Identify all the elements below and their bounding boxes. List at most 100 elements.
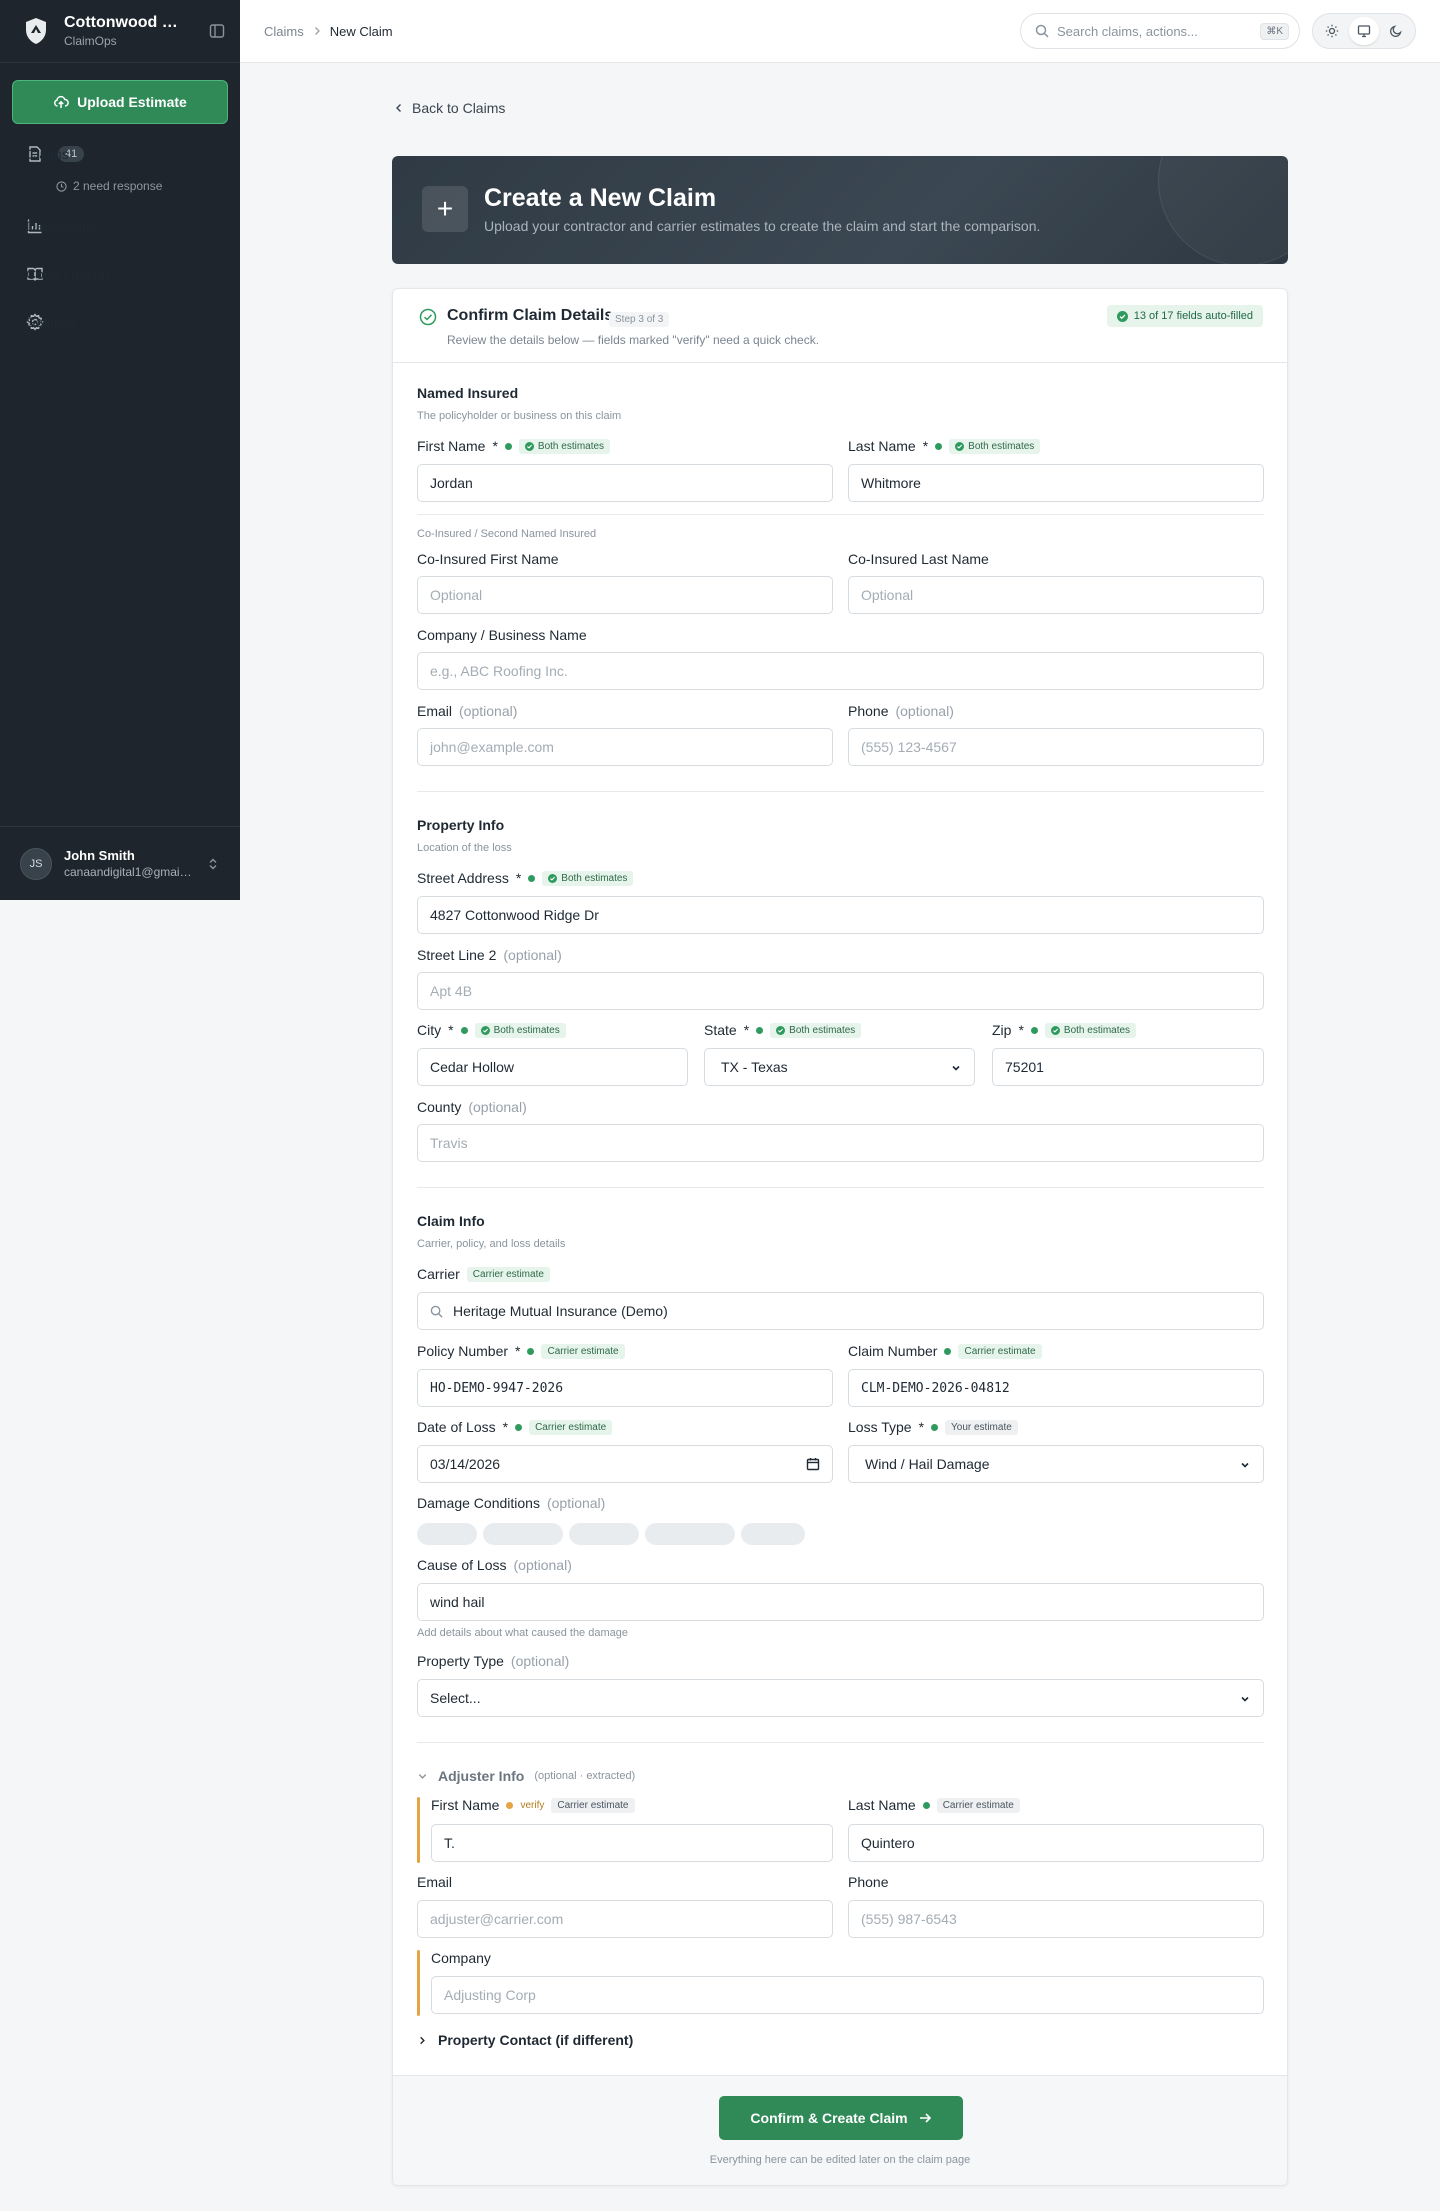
status-dot bbox=[931, 1423, 939, 1431]
search-input[interactable]: Search claims, actions... ⌘K bbox=[1020, 13, 1300, 49]
sidebar-item-dashboard[interactable]: Dashboard bbox=[0, 206, 240, 246]
loss-type-label: Loss Type * Your estimate bbox=[848, 1419, 1018, 1435]
co-first-name-field[interactable]: Optional bbox=[417, 576, 833, 614]
property-contact-toggle[interactable]: Property Contact (if different) bbox=[417, 2032, 633, 2048]
adjuster-first-name-label: First Name verify Carrier estimate bbox=[431, 1797, 635, 1813]
card-header: Confirm Claim Details Step 3 of 3 Review… bbox=[393, 289, 1287, 363]
co-last-name-field[interactable]: Optional bbox=[848, 576, 1264, 614]
date-of-loss-label: Date of Loss * Carrier estimate bbox=[417, 1419, 613, 1435]
property-type-select[interactable]: Select... bbox=[417, 1679, 1264, 1717]
tag-text: Both estimates bbox=[561, 872, 628, 884]
phone-field[interactable]: (555) 123-4567 bbox=[848, 728, 1264, 766]
source-tag: Carrier estimate bbox=[936, 1797, 1020, 1813]
damage-conditions-label: Damage Conditions (optional) bbox=[417, 1495, 605, 1511]
clock-icon bbox=[56, 180, 67, 192]
sidebar-item-settings[interactable]: Settings bbox=[0, 302, 240, 342]
first-name-field[interactable]: Jordan bbox=[417, 464, 833, 502]
section-title-claim-info: Claim Info bbox=[417, 1213, 485, 1229]
back-label: Back to Claims bbox=[412, 100, 506, 116]
sidebar-toggle-icon[interactable] bbox=[208, 22, 226, 40]
co-insured-heading: Co-Insured / Second Named Insured bbox=[417, 528, 597, 540]
sidebar: Cottonwood Roofing ClaimOps Upload Estim… bbox=[0, 0, 240, 900]
divider bbox=[417, 791, 1264, 792]
source-tag: Both estimates bbox=[949, 438, 1041, 454]
source-tag: Both estimates bbox=[474, 1022, 566, 1038]
user-email: canaandigital1@gmail.com bbox=[64, 865, 192, 879]
last-name-label: Last Name * Both estimates bbox=[848, 438, 1041, 454]
autofill-badge: 13 of 17 fields auto-filled bbox=[1106, 305, 1263, 327]
street-address-label: Street Address * Both estimates bbox=[417, 870, 634, 886]
search-icon bbox=[430, 1305, 443, 1318]
adjuster-info-toggle[interactable]: Adjuster Info (optional · extracted) bbox=[417, 1768, 635, 1784]
verify-accent-bar bbox=[417, 1950, 420, 2016]
confirm-claim-card: Confirm Claim Details Step 3 of 3 Review… bbox=[392, 288, 1288, 2186]
damage-chip-placeholder[interactable] bbox=[417, 1523, 477, 1545]
section-subtitle-claim-info: Carrier, policy, and loss details bbox=[417, 1238, 566, 1250]
damage-chip-placeholder[interactable] bbox=[569, 1523, 639, 1545]
last-name-field[interactable]: Whitmore bbox=[848, 464, 1264, 502]
tag-text: Both estimates bbox=[1063, 1024, 1131, 1036]
check-badge-icon bbox=[548, 873, 558, 883]
adjuster-email-field[interactable]: adjuster@carrier.com bbox=[417, 1900, 833, 1938]
adjuster-phone-field[interactable]: (555) 987-6543 bbox=[848, 1900, 1264, 1938]
cause-of-loss-field[interactable]: wind hail bbox=[417, 1583, 1264, 1621]
breadcrumb-claims-link[interactable]: Claims bbox=[264, 24, 304, 39]
back-to-claims-link[interactable]: Back to Claims bbox=[394, 100, 505, 116]
claims-need-response[interactable]: 2 need response bbox=[56, 179, 162, 193]
damage-chip-placeholder[interactable] bbox=[741, 1523, 805, 1545]
required-mark: * bbox=[448, 1022, 454, 1038]
sidebar-item-code-lookup[interactable]: Code Lookup bbox=[0, 254, 240, 294]
status-dot bbox=[506, 1801, 514, 1809]
source-tag: Carrier estimate bbox=[466, 1266, 550, 1282]
source-tag: Both estimates bbox=[542, 870, 634, 886]
section-title-named-insured: Named Insured bbox=[417, 385, 519, 401]
sidebar-item-claims[interactable]: Claims 41 bbox=[0, 134, 240, 174]
source-tag: Carrier estimate bbox=[551, 1797, 635, 1813]
label-text: Phone bbox=[848, 703, 889, 719]
cause-of-loss-helper: Add details about what caused the damage bbox=[417, 1627, 628, 1639]
avatar: JS bbox=[20, 847, 52, 880]
chevron-right-icon bbox=[312, 24, 322, 39]
company-field[interactable]: e.g., ABC Roofing Inc. bbox=[417, 652, 1264, 690]
optional-text: (optional) bbox=[510, 1653, 570, 1669]
date-of-loss-field[interactable]: 03/14/2026 bbox=[417, 1445, 833, 1483]
search-placeholder: Search claims, actions... bbox=[1057, 23, 1198, 39]
loss-type-select[interactable]: Wind / Hail Damage bbox=[848, 1445, 1264, 1483]
verify-flag: verify bbox=[520, 1799, 545, 1811]
confirm-create-claim-button[interactable]: Confirm & Create Claim bbox=[719, 2096, 963, 2140]
check-badge-icon bbox=[480, 1025, 490, 1035]
tag-text: Both estimates bbox=[537, 440, 605, 452]
county-field[interactable]: Travis bbox=[417, 1124, 1264, 1162]
monitor-icon[interactable] bbox=[1349, 17, 1379, 45]
zip-field[interactable]: 75201 bbox=[992, 1048, 1264, 1086]
claim-number-field[interactable]: CLM-DEMO-2026-04812 bbox=[848, 1369, 1264, 1407]
adjuster-first-name-field[interactable]: T. bbox=[431, 1824, 833, 1862]
street-address-field[interactable]: 4827 Cottonwood Ridge Dr bbox=[417, 896, 1264, 934]
adjuster-last-name-field[interactable]: Quintero bbox=[848, 1824, 1264, 1862]
upload-estimate-button[interactable]: Upload Estimate bbox=[12, 80, 228, 124]
city-field[interactable]: Cedar Hollow bbox=[417, 1048, 688, 1086]
damage-chip-placeholder[interactable] bbox=[645, 1523, 735, 1545]
plus-icon: + bbox=[422, 186, 468, 232]
loss-type-value: Wind / Hail Damage bbox=[865, 1456, 990, 1472]
calendar-icon[interactable] bbox=[806, 1457, 820, 1471]
cloud-upload-icon bbox=[54, 95, 69, 108]
street-line-2-field[interactable]: Apt 4B bbox=[417, 972, 1264, 1010]
policy-number-field[interactable]: HO-DEMO-9947-2026 bbox=[417, 1369, 833, 1407]
carrier-search-field[interactable]: Heritage Mutual Insurance (Demo) bbox=[417, 1292, 1264, 1330]
moon-icon[interactable] bbox=[1381, 17, 1411, 45]
check-badge-icon bbox=[1050, 1025, 1060, 1035]
street-line-2-label: Street Line 2 (optional) bbox=[417, 947, 562, 963]
property-type-label: Property Type (optional) bbox=[417, 1653, 569, 1669]
damage-chip-placeholder[interactable] bbox=[483, 1523, 563, 1545]
adjuster-company-field[interactable]: Adjusting Corp bbox=[431, 1976, 1264, 2014]
adjuster-info-note: (optional · extracted) bbox=[534, 1770, 636, 1782]
source-tag: Both estimates bbox=[518, 438, 611, 454]
sun-icon[interactable] bbox=[1317, 17, 1347, 45]
city-label: City * Both estimates bbox=[417, 1022, 566, 1038]
status-dot bbox=[944, 1347, 952, 1355]
user-menu[interactable]: JS John Smith canaandigital1@gmail.com bbox=[0, 826, 240, 900]
required-mark: * bbox=[515, 1343, 521, 1359]
email-field[interactable]: john@example.com bbox=[417, 728, 833, 766]
state-select[interactable]: TX - Texas bbox=[704, 1048, 975, 1086]
